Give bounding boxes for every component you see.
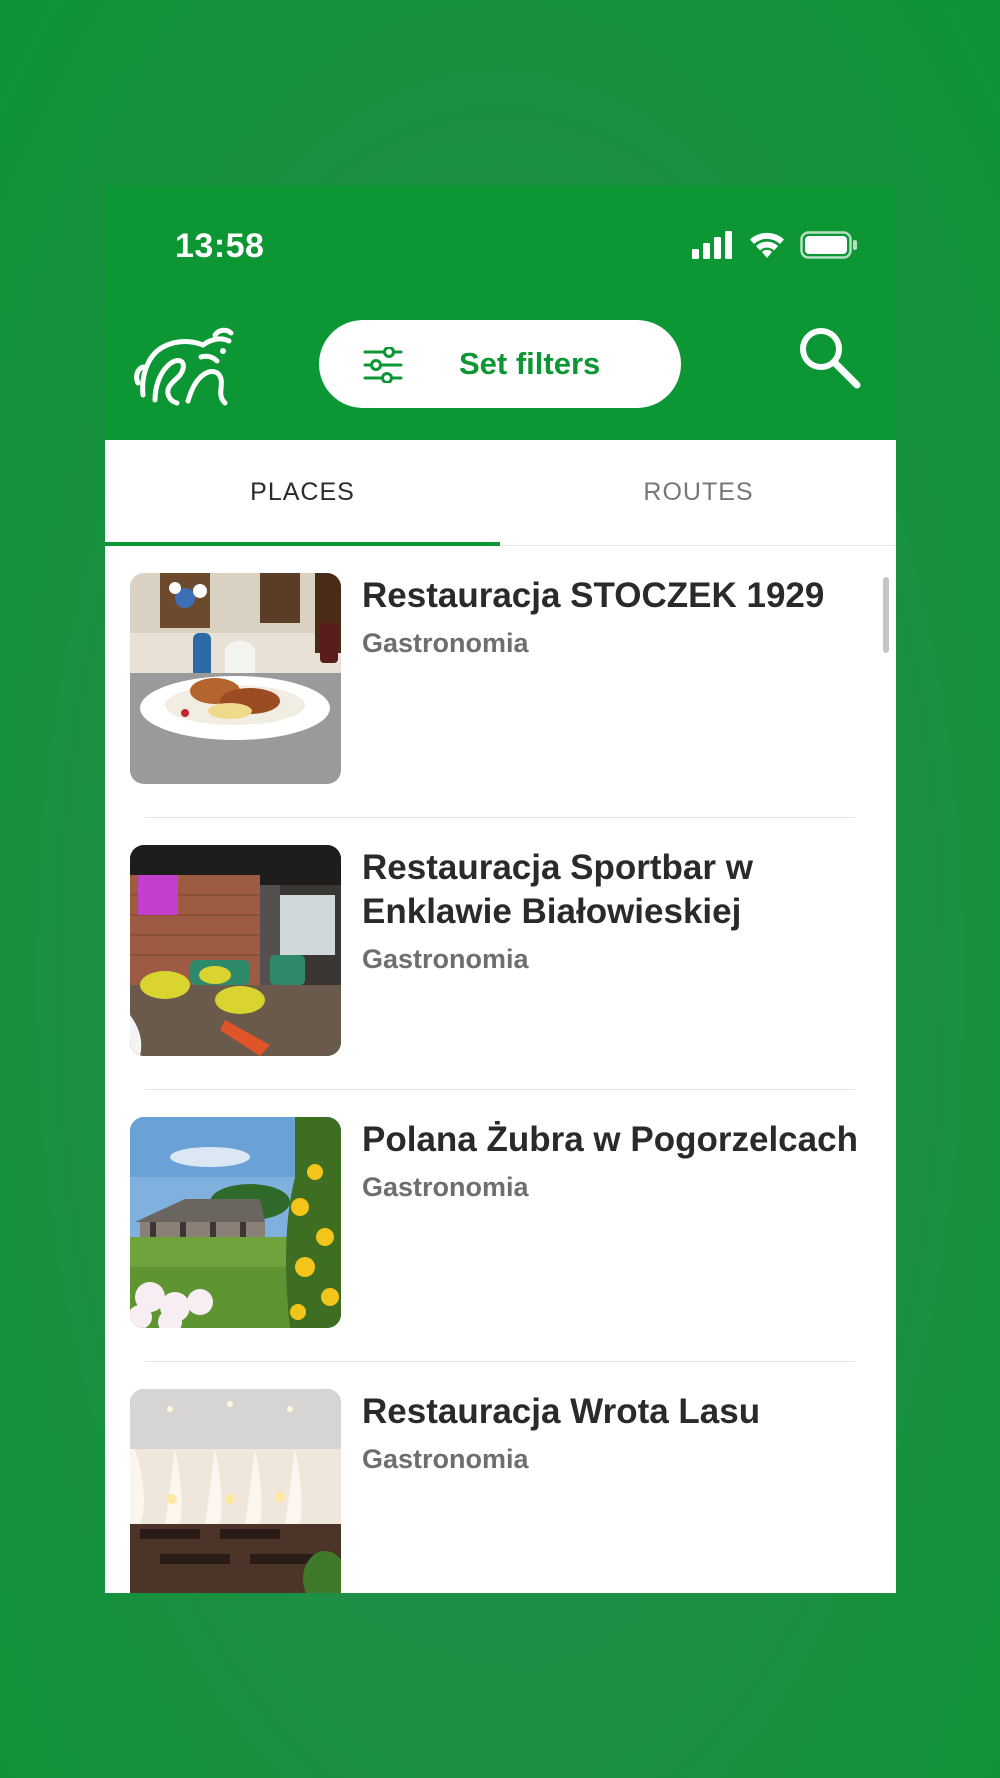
set-filters-label: Set filters (459, 346, 601, 381)
list-item[interactable]: Polana Żubra w Pogorzelcach Gastronomia (105, 1090, 896, 1362)
list-item[interactable]: Restauracja Sportbar w Enklawie Białowie… (105, 818, 896, 1090)
tab-routes[interactable]: ROUTES (501, 440, 896, 545)
place-name: Polana Żubra w Pogorzelcach (362, 1120, 858, 1159)
list-item[interactable]: Restauracja Wrota Lasu Gastronomia (105, 1362, 896, 1593)
status-bar: 13:58 (105, 185, 896, 305)
dining-hall-photo (130, 1389, 341, 1593)
status-time: 13:58 (175, 227, 265, 265)
place-title: Polana Żubra w Pogorzelcach Gastronomia (362, 1118, 896, 1204)
place-name: Restauracja STOCZEK 1929 (362, 576, 825, 615)
places-list[interactable]: Restauracja STOCZEK 1929 Gastronomia Res… (105, 546, 896, 1593)
tab-routes-label: ROUTES (643, 478, 754, 506)
place-category: Gastronomia (362, 944, 529, 974)
battery-icon (800, 231, 857, 259)
place-category: Gastronomia (362, 628, 529, 658)
place-name: Restauracja Sportbar w Enklawie Białowie… (362, 848, 753, 931)
place-name: Restauracja Wrota Lasu (362, 1392, 761, 1431)
set-filters-button[interactable]: Set filters (319, 320, 681, 408)
place-title: Restauracja STOCZEK 1929 Gastronomia (362, 574, 882, 660)
list-item[interactable]: Restauracja STOCZEK 1929 Gastronomia (105, 546, 896, 818)
tab-places[interactable]: PLACES (105, 440, 500, 545)
restaurant-dish-photo (130, 573, 341, 784)
sliders-icon (363, 347, 403, 383)
tab-places-label: PLACES (250, 478, 355, 506)
place-title: Restauracja Sportbar w Enklawie Białowie… (362, 846, 882, 976)
place-category: Gastronomia (362, 1444, 529, 1474)
sportbar-interior-photo (130, 845, 341, 1056)
phone-screen: 13:58 Set filters PLACES ROUTES Restaura… (105, 185, 896, 1593)
signal-icon (692, 231, 732, 259)
bison-logo[interactable] (133, 325, 243, 410)
status-icons (692, 231, 858, 259)
search-icon[interactable] (795, 323, 865, 393)
meadow-pavilion-photo (130, 1117, 341, 1328)
place-title: Restauracja Wrota Lasu Gastronomia (362, 1390, 882, 1476)
scrollbar[interactable] (883, 577, 889, 653)
app-header: Set filters (105, 305, 896, 440)
wifi-icon (750, 232, 784, 258)
tab-bar: PLACES ROUTES (105, 440, 896, 546)
place-category: Gastronomia (362, 1172, 529, 1202)
